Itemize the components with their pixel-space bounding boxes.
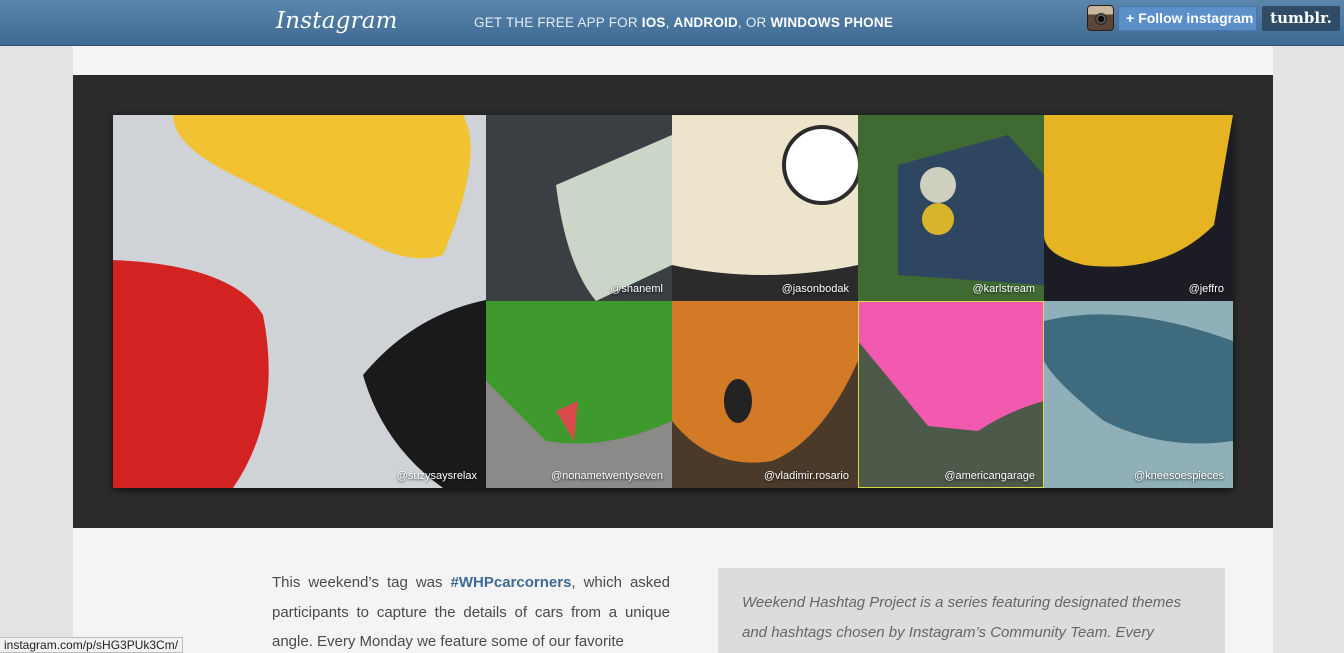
photo-caption[interactable]: @jasonbodak	[782, 283, 849, 295]
project-info-text: Weekend Hashtag Project is a series feat…	[742, 594, 1182, 641]
hashtag-link[interactable]: #WHPcarcorners	[451, 574, 572, 591]
photo-tile[interactable]: @americangarage	[858, 301, 1044, 488]
top-bar: Instagram GET THE FREE APP FOR IOS, ANDR…	[0, 0, 1344, 46]
photo-image	[486, 301, 672, 488]
photo-image	[1044, 115, 1233, 301]
article-text: This weekend’s tag was #WHPcarcorners, w…	[272, 568, 670, 653]
instagram-camera-icon[interactable]	[1087, 5, 1114, 31]
photo-caption[interactable]: @karlstream	[972, 283, 1035, 295]
promo-prefix: GET THE FREE APP FOR	[474, 15, 642, 30]
photo-tile[interactable]: @karlstream	[858, 115, 1044, 301]
photo-caption[interactable]: @vladimir.rosario	[764, 470, 849, 482]
photo-tile[interactable]: @suzysaysrelax	[113, 115, 486, 488]
photo-image	[858, 115, 1044, 301]
photo-caption[interactable]: @jeffro	[1189, 283, 1224, 295]
tumblr-button[interactable]: tumblr.	[1262, 6, 1340, 31]
windows-phone-link[interactable]: WINDOWS PHONE	[770, 15, 893, 30]
photo-image	[672, 301, 858, 488]
follow-instagram-button[interactable]: + Follow instagram	[1118, 6, 1257, 31]
photo-tile[interactable]: @jeffro	[1044, 115, 1233, 301]
camera-lens-icon	[1095, 13, 1107, 25]
photo-tile[interactable]: @kneesoespieces	[1044, 301, 1233, 488]
android-link[interactable]: ANDROID	[674, 15, 738, 30]
photo-image	[1044, 301, 1233, 488]
photo-grid: @suzysaysrelax @shaneml @jasonbodak @kar…	[113, 115, 1233, 488]
instagram-logo[interactable]: Instagram	[276, 8, 398, 34]
status-bar-url: instagram.com/p/sHG3PUk3Cm/	[0, 637, 184, 653]
photo-tile[interactable]: @jasonbodak	[672, 115, 858, 301]
promo-sep: ,	[665, 15, 674, 30]
project-info-box: Weekend Hashtag Project is a series feat…	[718, 568, 1225, 653]
photo-caption[interactable]: @americangarage	[944, 470, 1035, 482]
photo-tile[interactable]: @shaneml	[486, 115, 672, 301]
photo-image	[113, 115, 486, 488]
photo-image	[672, 115, 858, 301]
photo-image	[858, 301, 1044, 488]
photo-tile[interactable]: @vladimir.rosario	[672, 301, 858, 488]
app-promo: GET THE FREE APP FOR IOS, ANDROID, OR WI…	[474, 15, 893, 30]
plus-icon: +	[1126, 10, 1135, 26]
follow-label: Follow instagram	[1138, 10, 1254, 26]
photo-caption[interactable]: @nonametwentyseven	[551, 470, 663, 482]
photo-caption[interactable]: @kneesoespieces	[1134, 470, 1224, 482]
photo-tile[interactable]: @nonametwentyseven	[486, 301, 672, 488]
ios-link[interactable]: IOS	[642, 15, 666, 30]
photo-caption[interactable]: @shaneml	[610, 283, 663, 295]
photo-caption[interactable]: @suzysaysrelax	[397, 470, 477, 482]
article-intro: This weekend’s tag was	[272, 574, 451, 591]
photo-image	[486, 115, 672, 301]
promo-sep: , OR	[737, 15, 771, 30]
